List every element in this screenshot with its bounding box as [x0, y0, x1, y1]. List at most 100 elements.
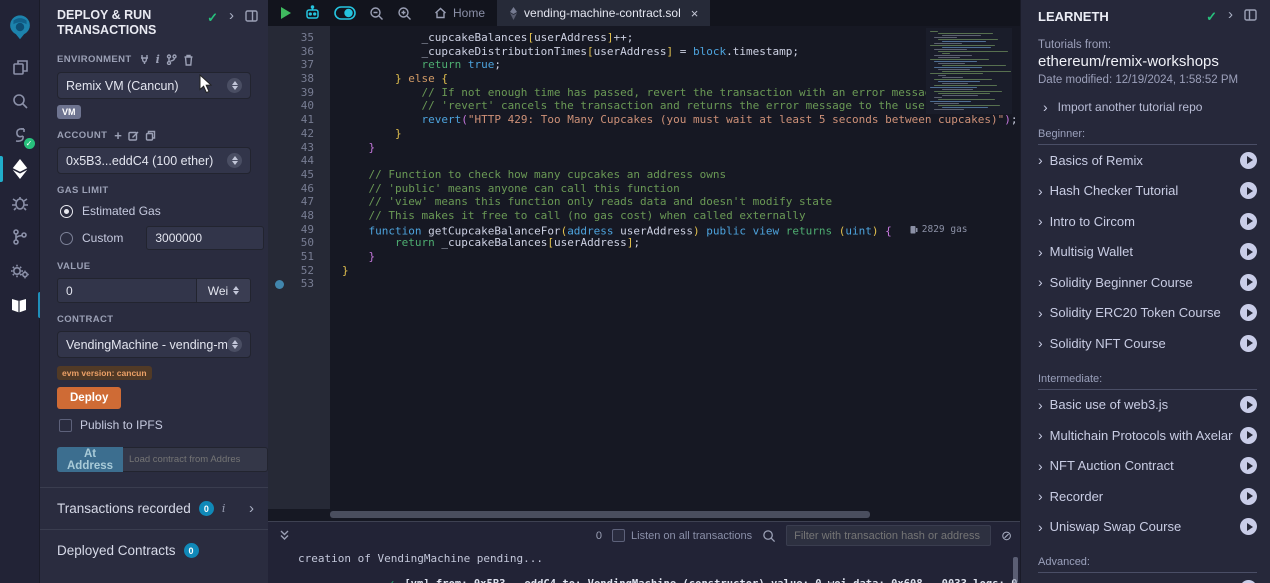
transactions-recorded-row[interactable]: Transactions recorded 0 i ›: [40, 488, 268, 529]
code-line[interactable]: [342, 277, 1020, 291]
sidebar-item-learneth[interactable]: [0, 288, 40, 322]
tutorial-title[interactable]: Multichain Protocols with Axelar: [1050, 428, 1233, 443]
chevron-right-icon[interactable]: ›: [1038, 337, 1043, 349]
code-line[interactable]: return _cupcakeBalances[userAddress];: [342, 236, 1020, 250]
pin-panel-icon[interactable]: [245, 10, 258, 22]
terminal-filter-input[interactable]: [786, 525, 991, 546]
chevron-right-icon[interactable]: ›: [1038, 399, 1043, 411]
code-line[interactable]: revert("HTTP 429: Too Many Cupcakes (you…: [342, 113, 1020, 127]
code-line[interactable]: }: [342, 264, 1020, 278]
editor-gutter[interactable]: 35363738394041424344454647484950515253: [268, 26, 330, 509]
start-tutorial-button[interactable]: [1240, 304, 1257, 321]
chevron-right-icon[interactable]: ›: [1038, 154, 1043, 166]
tutorial-title[interactable]: Recorder: [1050, 489, 1233, 504]
code-line[interactable]: // Function to check how many cupcakes a…: [342, 168, 1020, 182]
start-tutorial-button[interactable]: [1240, 274, 1257, 291]
code-line[interactable]: _cupcakeBalances[userAddress]++;: [342, 31, 1020, 45]
tutorial-title[interactable]: NFT Auction Contract: [1050, 458, 1233, 473]
editor-code[interactable]: _cupcakeBalances[userAddress]++; _cupcak…: [330, 26, 1020, 509]
chevron-right-icon[interactable]: ›: [1038, 429, 1043, 441]
sidebar-item-file-explorer[interactable]: [0, 50, 40, 84]
learneth-pin-icon[interactable]: [1244, 9, 1257, 21]
environment-dropdown-icon[interactable]: [227, 78, 242, 93]
line-number[interactable]: 53: [268, 277, 330, 291]
transactions-info-icon[interactable]: i: [222, 502, 226, 515]
import-tutorial-repo[interactable]: › Import another tutorial repo: [1038, 100, 1257, 114]
tutorial-item[interactable]: ›Recorder: [1038, 481, 1257, 512]
line-number[interactable]: 38: [268, 72, 330, 86]
account-select[interactable]: 0x5B3...eddC4 (100 ether): [57, 147, 251, 174]
at-address-button[interactable]: At Address: [57, 447, 123, 472]
sidebar-item-plugin-manager[interactable]: [0, 254, 40, 288]
code-line[interactable]: [342, 154, 1020, 168]
code-line[interactable]: function getCupcakeBalanceFor(address us…: [342, 223, 1020, 237]
estimated-gas-radio[interactable]: [60, 205, 73, 218]
chevron-right-icon[interactable]: ›: [1038, 215, 1043, 227]
collapse-terminal-icon[interactable]: [278, 529, 291, 542]
sidebar-item-solidity-compiler[interactable]: ✓: [0, 118, 40, 152]
tutorial-item[interactable]: ›Multisig Wallet: [1038, 237, 1257, 268]
editor-minimap[interactable]: [926, 28, 1012, 114]
edit-account-icon[interactable]: [128, 130, 139, 141]
code-line[interactable]: // 'public' means anyone can call this f…: [342, 182, 1020, 196]
tutorial-title[interactable]: Hash Checker Tutorial: [1050, 183, 1233, 198]
tutorial-title[interactable]: Intro to Circom: [1050, 214, 1233, 229]
listen-all-transactions[interactable]: Listen on all transactions: [612, 529, 752, 542]
line-number[interactable]: 52: [268, 264, 330, 278]
line-number[interactable]: 43: [268, 141, 330, 155]
line-number[interactable]: 39: [268, 86, 330, 100]
line-number[interactable]: 45: [268, 168, 330, 182]
add-account-icon[interactable]: +: [114, 131, 122, 140]
start-tutorial-button[interactable]: [1240, 152, 1257, 169]
line-number[interactable]: 37: [268, 58, 330, 72]
tutorial-item[interactable]: › Solidity ERC20 Token Course: [1038, 298, 1257, 329]
line-number[interactable]: 47: [268, 195, 330, 209]
terminal-scrollbar[interactable]: [1013, 557, 1018, 583]
learneth-collapse-icon[interactable]: ›: [1228, 9, 1233, 25]
start-tutorial-button[interactable]: [1240, 488, 1257, 505]
collapse-panel-icon[interactable]: ›: [229, 10, 234, 22]
listen-checkbox[interactable]: [612, 529, 625, 542]
code-line[interactable]: }: [342, 127, 1020, 141]
tutorial-title[interactable]: Multisig Wallet: [1050, 244, 1233, 259]
contract-select[interactable]: VendingMachine - vending-machin: [57, 331, 251, 358]
chevron-right-icon[interactable]: ›: [1038, 460, 1043, 472]
tutorial-title[interactable]: Solidity Beginner Course: [1050, 275, 1233, 290]
tutorial-item[interactable]: ›Solidity NFT Course: [1038, 328, 1257, 359]
start-tutorial-button[interactable]: [1240, 457, 1257, 474]
tutorial-title[interactable]: Basics of Remix: [1050, 153, 1233, 168]
plug-icon[interactable]: [139, 54, 150, 65]
start-tutorial-button[interactable]: [1240, 427, 1257, 444]
remix-logo[interactable]: [0, 6, 40, 50]
tutorial-title[interactable]: Basic use of web3.js: [1050, 397, 1233, 412]
run-script-button[interactable]: [281, 7, 291, 19]
line-number[interactable]: 35: [268, 31, 330, 45]
tutorial-item[interactable]: › Basic use of web3.js: [1038, 390, 1257, 421]
sidebar-item-source-control[interactable]: [0, 220, 40, 254]
value-unit-select[interactable]: Wei: [197, 278, 251, 303]
chevron-right-icon[interactable]: ›: [1038, 276, 1043, 288]
tutorial-title[interactable]: Solidity ERC20 Token Course: [1050, 305, 1233, 320]
tutorial-item[interactable]: › NFT Auction Contract: [1038, 451, 1257, 482]
at-address-input[interactable]: [123, 447, 268, 472]
code-editor[interactable]: 35363738394041424344454647484950515253 _…: [268, 26, 1020, 509]
tutorial-item[interactable]: › Multichain Protocols with Axelar: [1038, 420, 1257, 451]
start-tutorial-button[interactable]: [1240, 396, 1257, 413]
code-line[interactable]: }: [342, 141, 1020, 155]
tutorial-item[interactable]: › Intro to Circom: [1038, 206, 1257, 237]
delete-environment-icon[interactable]: [183, 54, 194, 66]
clear-console-icon[interactable]: ⊘: [1001, 528, 1012, 544]
code-line[interactable]: // If not enough time has passed, revert…: [342, 86, 1020, 100]
chevron-right-icon[interactable]: ›: [1038, 307, 1043, 319]
start-tutorial-button[interactable]: [1240, 518, 1257, 535]
custom-gas-radio[interactable]: [60, 232, 73, 245]
tab-home[interactable]: Home: [422, 0, 497, 26]
copy-account-icon[interactable]: [145, 130, 156, 141]
chevron-right-icon[interactable]: ›: [1038, 185, 1043, 197]
value-input[interactable]: [57, 278, 197, 303]
line-number[interactable]: 49: [268, 223, 330, 237]
publish-ipfs-checkbox[interactable]: [59, 419, 72, 432]
start-tutorial-button[interactable]: [1240, 335, 1257, 352]
tutorial-title[interactable]: Uniswap Swap Course: [1050, 519, 1233, 534]
code-line[interactable]: } else {: [342, 72, 1020, 86]
